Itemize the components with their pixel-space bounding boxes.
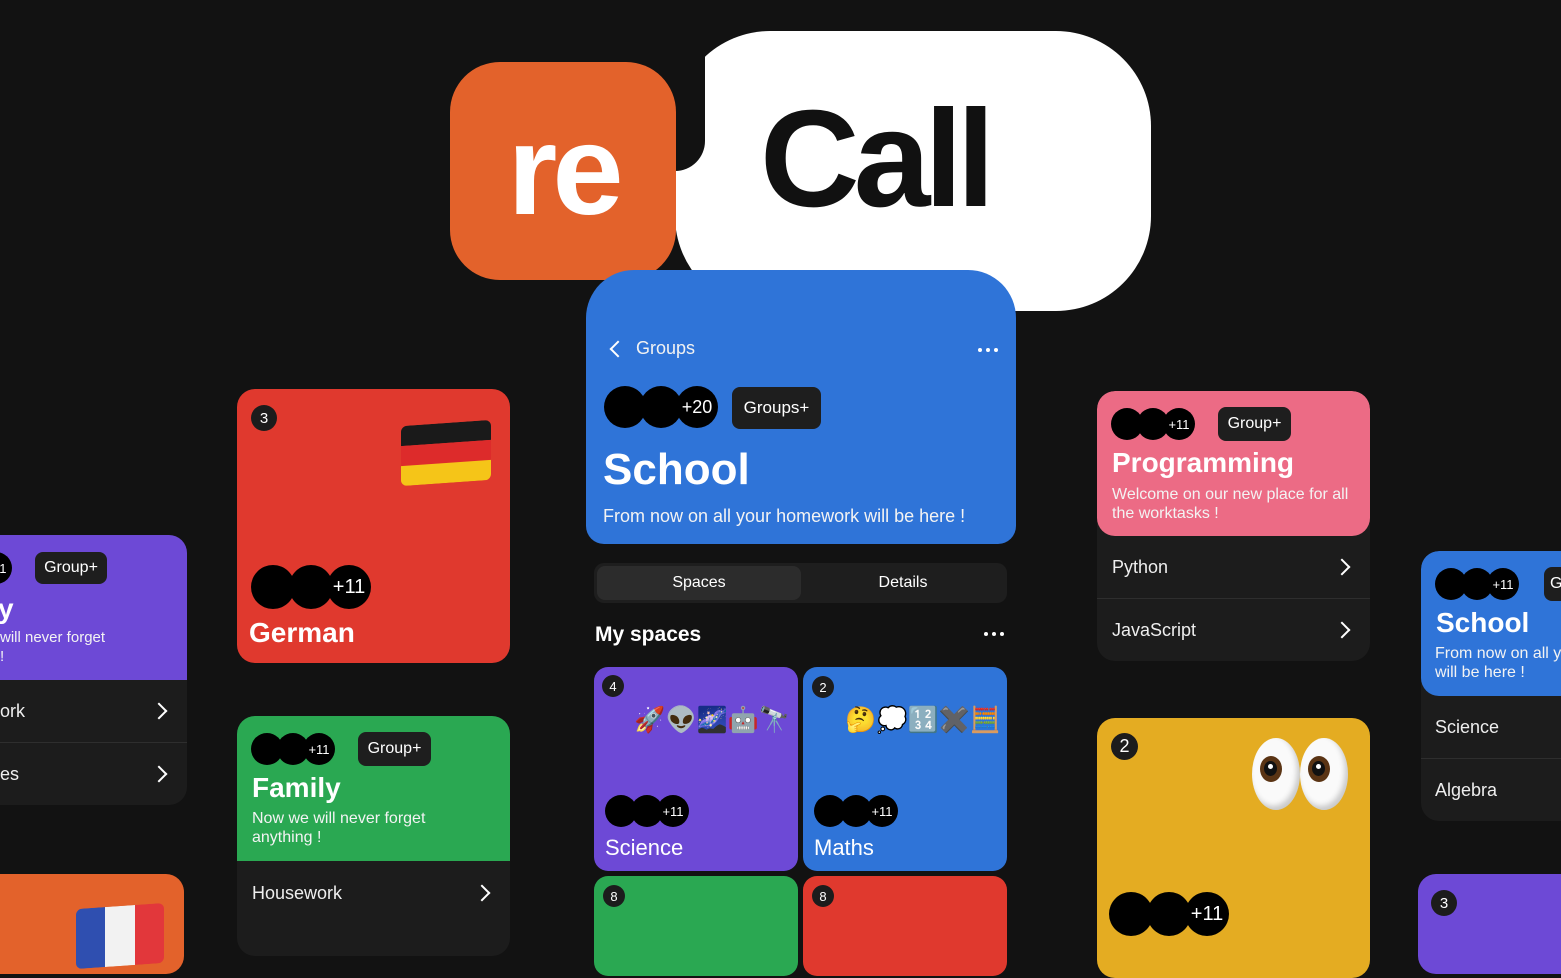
more-options-icon[interactable]	[978, 348, 998, 352]
group-card-left-orange[interactable]	[0, 874, 184, 974]
member-count: +11	[1487, 568, 1519, 600]
group-description-line-1: From now on all y	[1435, 645, 1561, 662]
notification-badge: 2	[812, 676, 834, 698]
page-title: School	[603, 445, 750, 494]
eyes-icon	[1300, 738, 1348, 810]
plan-badge: Group+	[358, 732, 431, 766]
plan-badge: Group+	[35, 552, 107, 584]
back-label: Groups	[636, 338, 696, 358]
space-tile-green[interactable]: 8	[594, 876, 798, 976]
member-count: +11	[657, 795, 689, 827]
space-row-label: JavaScript	[1112, 619, 1197, 640]
space-row-label: Science	[1435, 716, 1500, 737]
plan-badge: G	[1544, 567, 1561, 601]
member-count: +11	[1185, 892, 1229, 936]
member-count: +11	[0, 552, 12, 584]
section-title: My spaces	[595, 623, 702, 646]
german-flag-icon	[401, 419, 491, 487]
group-title: y	[0, 593, 14, 624]
space-tile-science[interactable]: 4 🚀👽🌌🤖🔭 +11 Science	[594, 667, 798, 871]
maths-emoji-icons: 🤔💭🔢✖️🧮	[845, 705, 1001, 734]
member-count: +11	[303, 733, 335, 765]
notification-badge: 3	[1431, 890, 1457, 916]
chevron-right-icon	[150, 702, 168, 720]
eyes-icon	[1252, 738, 1300, 810]
notification-badge: 2	[1111, 733, 1138, 760]
logo-re-text: re	[507, 99, 624, 242]
tab-spaces[interactable]: Spaces	[597, 566, 801, 600]
plan-badge: Group+	[1218, 407, 1291, 441]
group-description-line-2: !	[0, 648, 5, 665]
space-row[interactable]: Algebra	[1421, 759, 1561, 821]
group-title: Family	[252, 772, 341, 803]
group-title: German	[249, 617, 355, 648]
space-row-label: Algebra	[1435, 779, 1498, 800]
group-title: School	[1436, 607, 1530, 638]
group-description: From now on all your homework will be he…	[603, 506, 966, 526]
chevron-left-icon	[609, 340, 627, 357]
science-emoji-icons: 🚀👽🌌🤖🔭	[634, 705, 790, 734]
group-description: Now we will never forget anything !	[252, 810, 426, 846]
notification-badge: 3	[251, 405, 277, 431]
space-name: Science	[605, 835, 684, 860]
member-count: +11	[1163, 408, 1195, 440]
chevron-right-icon	[473, 884, 491, 902]
space-row-label: es	[0, 763, 20, 784]
space-row[interactable]: ork	[0, 680, 187, 743]
notification-badge: 8	[603, 885, 625, 907]
space-row[interactable]: Housework	[237, 861, 510, 925]
segmented-control: Spaces Details	[594, 563, 1007, 603]
section-more-options-icon[interactable]	[984, 632, 1004, 636]
space-row[interactable]: Science	[1421, 696, 1561, 759]
notification-badge: 4	[602, 675, 624, 697]
french-flag-icon	[76, 902, 164, 970]
chevron-right-icon	[1333, 621, 1351, 639]
logo-call-text: Call	[760, 82, 995, 236]
group-description: Welcome on our new place for all the wor…	[1112, 486, 1349, 522]
group-card-right-school[interactable]: +11 G School From now on all y will be h…	[1421, 551, 1561, 821]
group-card-german[interactable]: 3 +11 German	[237, 389, 510, 663]
group-card-left-purple[interactable]: +11 Group+ y will never forget ! ork es	[0, 535, 187, 805]
space-row-label: Housework	[252, 882, 343, 903]
space-tile-red[interactable]: 8	[803, 876, 1007, 976]
space-row[interactable]: Python	[1097, 536, 1370, 599]
space-row-label: Python	[1112, 556, 1169, 577]
member-count: +11	[866, 795, 898, 827]
group-header-school: Groups +20 Groups+ School From now on al…	[586, 270, 1016, 544]
group-card-programming[interactable]: +11 Group+ Programming Welcome on our ne…	[1097, 391, 1370, 661]
group-description-line-2: will be here !	[1435, 664, 1525, 681]
space-tile-maths[interactable]: 2 🤔💭🔢✖️🧮 +11 Maths	[803, 667, 1007, 871]
space-name: Maths	[814, 835, 874, 860]
plan-badge: Groups+	[732, 387, 821, 429]
chevron-right-icon	[150, 765, 168, 783]
notification-badge: 8	[812, 885, 834, 907]
chevron-right-icon	[1333, 558, 1351, 576]
tab-details[interactable]: Details	[801, 566, 1005, 600]
group-description-line-1: will never forget	[0, 629, 106, 646]
logo-notch	[675, 31, 705, 171]
space-row[interactable]: JavaScript	[1097, 599, 1370, 661]
space-row-label: ork	[0, 700, 26, 721]
back-button[interactable]: Groups	[608, 338, 695, 359]
member-count: +20	[676, 386, 718, 428]
member-count: +11	[327, 565, 371, 609]
group-card-right-purple[interactable]: 3	[1418, 874, 1561, 974]
group-title: Programming	[1112, 447, 1295, 478]
space-row[interactable]: es	[0, 743, 187, 805]
group-card-yellow[interactable]: 2 +11	[1097, 718, 1370, 978]
group-card-family[interactable]: +11 Group+ Family Now we will never forg…	[237, 716, 510, 956]
